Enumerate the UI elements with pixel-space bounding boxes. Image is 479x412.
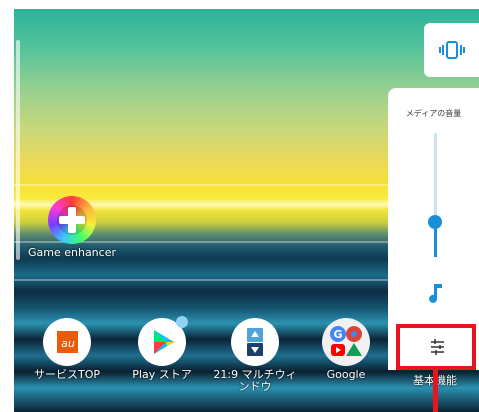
app-play-store[interactable]: Play ストア [124,316,200,381]
app-label: 21:9 マルチウィンドウ [213,368,297,393]
app-label: Play ストア [132,368,192,381]
app-label: Game enhancer [27,246,116,259]
game-enhancer-icon [48,196,96,244]
au-service-icon: au [43,318,91,366]
play-store-icon [138,316,188,366]
app-multi-window[interactable]: 21:9 マルチウィンドウ [210,318,300,393]
app-label: Google [326,368,366,381]
google-folder-icon: G [322,318,370,366]
volume-title: メディアの音量 [405,109,462,118]
ringer-mode-button[interactable] [424,23,479,77]
app-label: サービスTOP [33,368,100,381]
vibrate-icon [439,41,465,59]
highlight-pointer [433,370,438,412]
app-game-enhancer[interactable]: Game enhancer [26,196,118,259]
volume-settings-button[interactable] [396,324,476,370]
edge-handle[interactable] [16,40,20,260]
music-note-icon [429,284,442,303]
app-google-folder[interactable]: G Google [314,318,378,381]
volume-slider-thumb[interactable] [428,215,442,229]
svg-text:G: G [333,328,342,341]
app-au-service[interactable]: au サービスTOP [30,318,104,381]
notification-dot [176,316,188,328]
multi-window-icon [231,318,279,366]
svg-text:au: au [61,337,75,350]
sliders-icon [431,339,444,355]
